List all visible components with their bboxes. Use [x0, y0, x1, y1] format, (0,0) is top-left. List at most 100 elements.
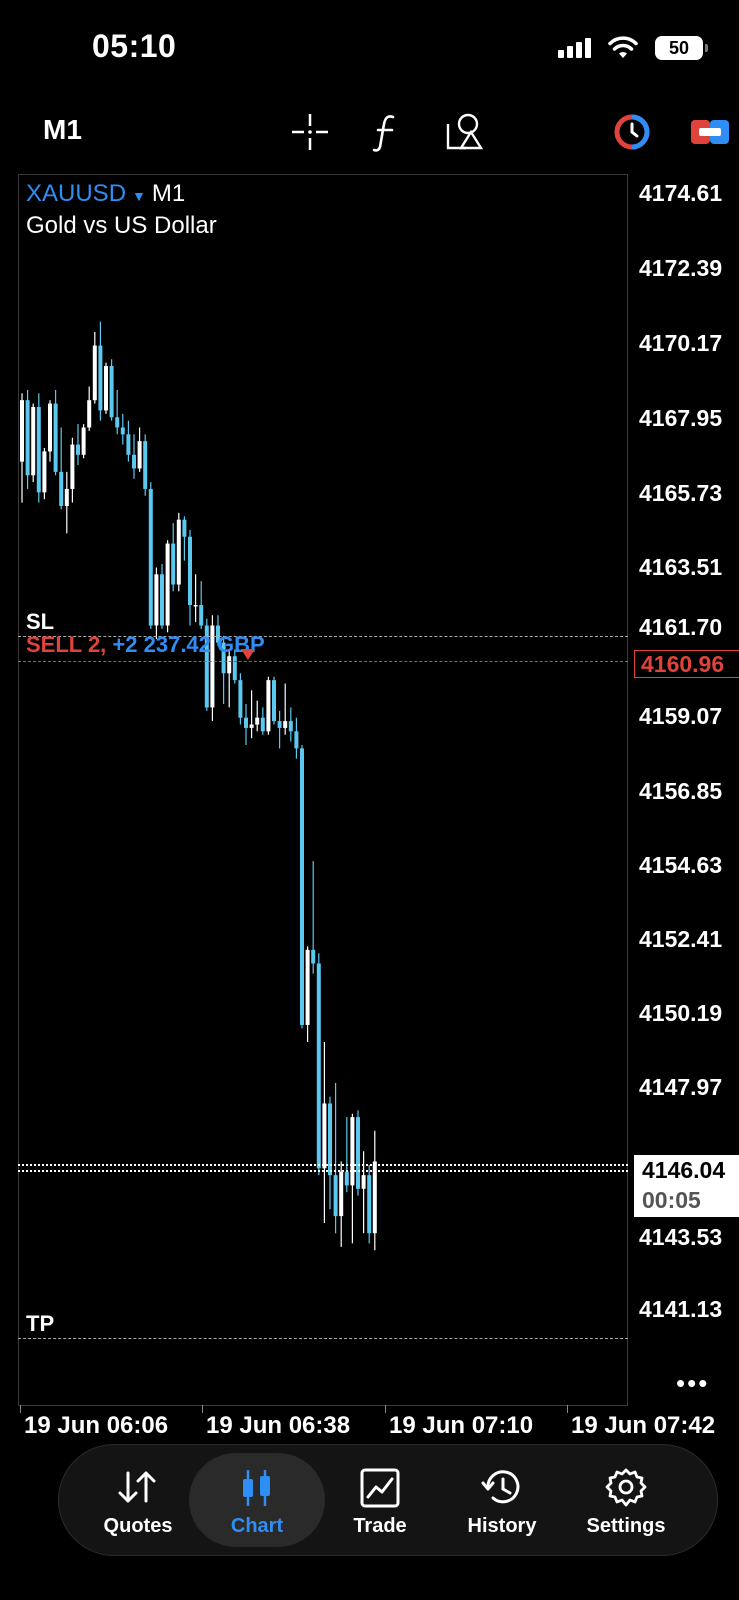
position-label[interactable]: SELL 2, +2 237.42 GBP: [26, 632, 265, 658]
current-price-line-secondary: [18, 1170, 628, 1172]
candle-body: [182, 519, 187, 537]
candle: [120, 413, 125, 445]
candle-body: [143, 441, 148, 489]
more-options-icon[interactable]: •••: [676, 1368, 709, 1399]
candle-body: [160, 574, 164, 626]
time-axis-tick: [202, 1405, 203, 1413]
price-axis-label: 4163.51: [639, 554, 723, 580]
price-axis-label: 4147.97: [639, 1074, 723, 1100]
candle-body: [59, 471, 64, 507]
candle: [339, 1161, 344, 1247]
candle-body: [300, 748, 304, 1025]
candle-body: [53, 403, 58, 472]
candle: [288, 707, 293, 742]
candle-body: [70, 444, 75, 489]
candle-body: [115, 417, 120, 428]
nav-settings-label: Settings: [586, 1515, 666, 1537]
candle-body: [277, 721, 282, 728]
candle: [143, 434, 148, 496]
time-axis-label: 19 Jun 07:10: [389, 1412, 534, 1439]
candle-body: [266, 680, 271, 732]
candle: [25, 389, 30, 489]
nav-chart[interactable]: Chart: [189, 1453, 325, 1547]
price-axis-label: 4167.95: [639, 405, 723, 431]
nav-trade-label: Trade: [353, 1515, 407, 1537]
candle-body: [288, 721, 293, 732]
nav-settings[interactable]: Settings: [561, 1445, 691, 1555]
candle-body: [148, 488, 153, 626]
chart-symbol-header[interactable]: XAUUSD ▼ M1: [26, 180, 185, 208]
candle: [165, 540, 170, 633]
candlestick-chart[interactable]: [0, 0, 739, 1600]
nav-history-label: History: [467, 1515, 537, 1537]
candle-body: [244, 717, 248, 728]
price-axis-label: 4165.73: [639, 480, 723, 506]
candle: [59, 427, 64, 510]
candle-body: [356, 1117, 360, 1189]
nav-trade[interactable]: Trade: [315, 1445, 445, 1555]
candle-body: [311, 949, 316, 964]
candle: [356, 1110, 360, 1196]
time-axis-tick: [385, 1405, 386, 1413]
candle: [171, 523, 176, 592]
bar-countdown: 00:05: [642, 1187, 701, 1213]
candle: [227, 649, 232, 708]
candle: [367, 1164, 372, 1244]
candle: [31, 403, 36, 483]
candle-body: [42, 451, 47, 493]
nav-quotes-label: Quotes: [103, 1515, 173, 1537]
candle: [294, 717, 299, 759]
candle: [322, 1042, 327, 1223]
candle-body: [87, 400, 92, 428]
candle-body: [322, 1103, 327, 1169]
price-axis-label: 4156.85: [639, 778, 723, 804]
nav-quotes[interactable]: Quotes: [73, 1445, 203, 1555]
bottom-navigation: Quotes Chart Trade History Settings: [58, 1444, 718, 1556]
dropdown-arrow-icon[interactable]: ▼: [132, 188, 146, 204]
candle-body: [272, 680, 276, 722]
take-profit-line[interactable]: [18, 1338, 628, 1339]
current-price-tag: 4146.04 00:05: [634, 1155, 739, 1217]
nav-history[interactable]: History: [437, 1445, 567, 1555]
symbol-name[interactable]: XAUUSD: [26, 180, 126, 207]
price-axis-label: 4150.19: [639, 1000, 723, 1026]
candle: [193, 574, 198, 623]
price-axis-label: 4143.53: [639, 1224, 723, 1250]
candle: [132, 434, 136, 479]
candle-body: [283, 721, 288, 728]
candle: [36, 393, 41, 503]
candle-body: [120, 427, 125, 435]
candle: [316, 953, 321, 1176]
tp-label: TP: [26, 1311, 55, 1336]
candle-body: [98, 345, 103, 411]
candle-body: [305, 949, 310, 1025]
quotes-arrows-icon: [118, 1471, 156, 1503]
nav-chart-label: Chart: [230, 1515, 284, 1537]
candle-body: [227, 656, 232, 674]
candle-body: [361, 1175, 366, 1189]
candle: [176, 512, 181, 592]
time-axis-label: 19 Jun 06:06: [24, 1412, 169, 1439]
chart-candles-icon: [243, 1470, 270, 1506]
candle-body: [48, 403, 52, 452]
candle-body: [176, 519, 181, 585]
candle: [300, 744, 304, 1029]
open-price-line[interactable]: [18, 661, 628, 662]
candle-body: [238, 680, 243, 718]
price-axis-label: 4170.17: [639, 330, 723, 356]
candle: [126, 420, 131, 462]
candle-body: [316, 963, 321, 1169]
candle: [70, 437, 75, 503]
candle: [277, 710, 282, 749]
current-price-value: 4146.04: [642, 1157, 726, 1183]
candle-body: [171, 543, 176, 585]
candle-body: [25, 400, 30, 476]
candle-body: [154, 574, 159, 626]
candle: [333, 1082, 338, 1234]
price-axis-label: 4174.61: [639, 180, 723, 206]
candle-body: [36, 407, 41, 493]
candle: [148, 482, 153, 629]
price-axis-label: 4152.41: [639, 926, 723, 952]
chart-timeframe: M1: [151, 180, 186, 207]
candle: [92, 331, 97, 404]
